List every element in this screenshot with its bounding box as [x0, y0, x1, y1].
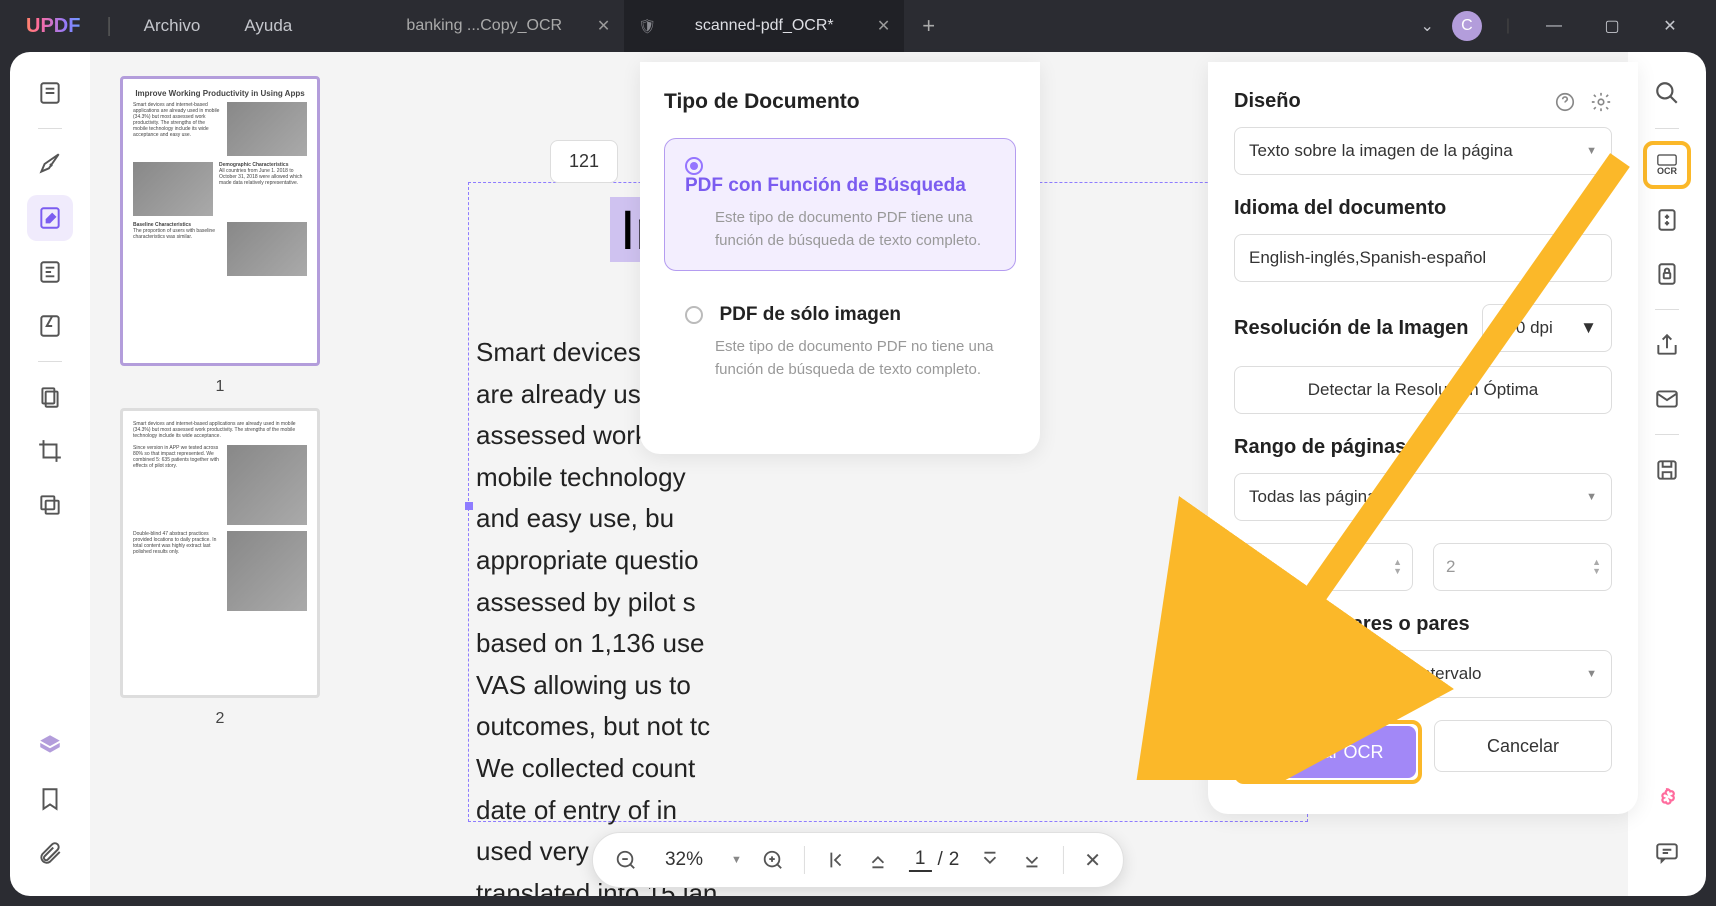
doctype-panel: Tipo de Documento PDF con Función de Bús… — [640, 62, 1040, 454]
range-from-input[interactable]: ▲▼ — [1234, 543, 1413, 591]
bookmark-icon[interactable] — [27, 776, 73, 822]
mail-icon[interactable] — [1644, 376, 1690, 422]
design-select[interactable]: Texto sobre la imagen de la página▼ — [1234, 127, 1612, 175]
chat-icon[interactable] — [1644, 830, 1690, 876]
close-button[interactable]: ✕ — [1650, 16, 1690, 36]
new-tab-button[interactable]: + — [922, 13, 935, 39]
prev-page-button[interactable] — [867, 849, 889, 871]
thumbnail-page-1[interactable]: Improve Working Productivity in Using Ap… — [120, 76, 320, 366]
menu-help[interactable]: Ayuda — [244, 16, 292, 36]
chevron-down-icon: ▼ — [1586, 668, 1597, 680]
tab-scanned-pdf[interactable]: 🛡 scanned-pdf_OCR* ✕ — [624, 0, 904, 52]
window-controls: ⌄ C | — ▢ ✕ — [1420, 11, 1706, 41]
resolution-label: Resolución de la Imagen — [1234, 317, 1469, 340]
tab-label: scanned-pdf_OCR* — [695, 17, 834, 35]
thumbnail-page-2[interactable]: Smart devices and internet-based applica… — [120, 408, 320, 698]
lang-select[interactable]: English-inglés,Spanish-español — [1234, 234, 1612, 282]
design-label: Diseño — [1234, 90, 1301, 113]
chevron-down-icon: ▼ — [1586, 491, 1597, 503]
range-select[interactable]: Todas las páginas▼ — [1234, 473, 1612, 521]
zoom-bar: 32% ▼ 1 / 2 ✕ — [592, 832, 1124, 888]
option-desc: Este tipo de documento PDF tiene una fun… — [715, 207, 995, 252]
zoom-value[interactable]: 32% — [665, 849, 703, 871]
lang-label: Idioma del documento — [1234, 197, 1612, 220]
compress-icon[interactable] — [1644, 197, 1690, 243]
close-icon[interactable]: ✕ — [877, 16, 890, 36]
search-icon[interactable] — [1644, 70, 1690, 116]
save-icon[interactable] — [1644, 447, 1690, 493]
current-page[interactable]: 1 — [909, 848, 932, 872]
close-zoombar-button[interactable]: ✕ — [1084, 848, 1101, 873]
ocr-button[interactable]: OCR — [1643, 141, 1691, 189]
right-sidebar: OCR — [1628, 52, 1706, 896]
protect-icon[interactable] — [1644, 251, 1690, 297]
option-desc: Este tipo de documento PDF no tiene una … — [715, 336, 995, 381]
attachment-icon[interactable] — [27, 830, 73, 876]
page-number-2: 2 — [216, 710, 225, 728]
avatar[interactable]: C — [1452, 11, 1482, 41]
element-size-badge: 121 — [550, 140, 618, 183]
crop-icon[interactable] — [27, 428, 73, 474]
document-tabs: banking ...Copy_OCR ✕ 🛡 scanned-pdf_OCR*… — [344, 0, 1420, 52]
doctype-heading: Tipo de Documento — [664, 90, 1016, 114]
resolution-select[interactable]: 300 dpi▼ — [1482, 304, 1612, 352]
ocr-settings-panel: Diseño Texto sobre la imagen de la págin… — [1208, 62, 1638, 814]
tab-label: banking ...Copy_OCR — [406, 17, 562, 35]
last-page-button[interactable] — [1021, 849, 1043, 871]
app-logo: UPDF — [10, 15, 96, 38]
minimize-button[interactable]: — — [1534, 17, 1574, 35]
titlebar: UPDF | Archivo Ayuda banking ...Copy_OCR… — [0, 0, 1716, 52]
zoom-dropdown[interactable]: ▼ — [731, 854, 742, 866]
range-to-field[interactable] — [1446, 557, 1599, 577]
help-icon[interactable] — [1554, 91, 1576, 113]
total-pages: 2 — [949, 849, 960, 871]
run-ocr-button[interactable]: Ejecutar OCR — [1240, 726, 1416, 778]
tab-banking[interactable]: banking ...Copy_OCR ✕ — [344, 0, 624, 52]
page-number-1: 1 — [216, 378, 225, 396]
range-to-input[interactable]: ▲▼ — [1433, 543, 1612, 591]
ai-icon[interactable] — [1644, 776, 1690, 822]
zoom-in-button[interactable] — [762, 849, 784, 871]
first-page-button[interactable] — [825, 849, 847, 871]
range-label: Rango de páginas — [1234, 436, 1612, 459]
shield-icon: 🛡 — [638, 18, 656, 35]
edit-icon[interactable] — [27, 195, 73, 241]
radio-icon — [685, 306, 703, 324]
page-tools-icon[interactable] — [27, 374, 73, 420]
detect-resolution-button[interactable]: Detectar la Resolución Óptima — [1234, 366, 1612, 414]
share-icon[interactable] — [1644, 322, 1690, 368]
next-page-button[interactable] — [979, 849, 1001, 871]
logo-separator: | — [106, 15, 111, 38]
range-from-field[interactable] — [1247, 557, 1400, 577]
reader-icon[interactable] — [27, 70, 73, 116]
maximize-button[interactable]: ▢ — [1592, 16, 1632, 36]
doctype-image-only[interactable]: PDF de sólo imagen Este tipo de document… — [664, 285, 1016, 400]
doctype-searchable[interactable]: PDF con Función de Búsqueda Este tipo de… — [664, 138, 1016, 271]
thumbnail-panel: Improve Working Productivity in Using Ap… — [90, 52, 350, 896]
gear-icon[interactable] — [1590, 91, 1612, 113]
chevron-down-icon[interactable]: ⌄ — [1420, 16, 1433, 36]
redact-icon[interactable] — [27, 482, 73, 528]
form-icon[interactable] — [27, 303, 73, 349]
option-title: PDF con Función de Búsqueda — [685, 175, 966, 197]
organize-icon[interactable] — [27, 249, 73, 295]
chevron-down-icon: ▼ — [1586, 145, 1597, 157]
layers-icon[interactable] — [27, 722, 73, 768]
option-title: PDF de sólo imagen — [719, 304, 901, 326]
cancel-button[interactable]: Cancelar — [1434, 720, 1612, 772]
comment-icon[interactable] — [27, 141, 73, 187]
parity-select[interactable]: Todas las páginas del intervalo▼ — [1234, 650, 1612, 698]
close-icon[interactable]: ✕ — [597, 16, 610, 36]
left-sidebar — [10, 52, 90, 896]
parity-label: Páginas impares o pares — [1234, 613, 1612, 636]
radio-icon — [685, 157, 703, 175]
zoom-out-button[interactable] — [615, 849, 637, 871]
chevron-down-icon: ▼ — [1580, 318, 1597, 338]
menu-file[interactable]: Archivo — [144, 16, 201, 36]
page-indicator[interactable]: 1 / 2 — [909, 848, 959, 872]
